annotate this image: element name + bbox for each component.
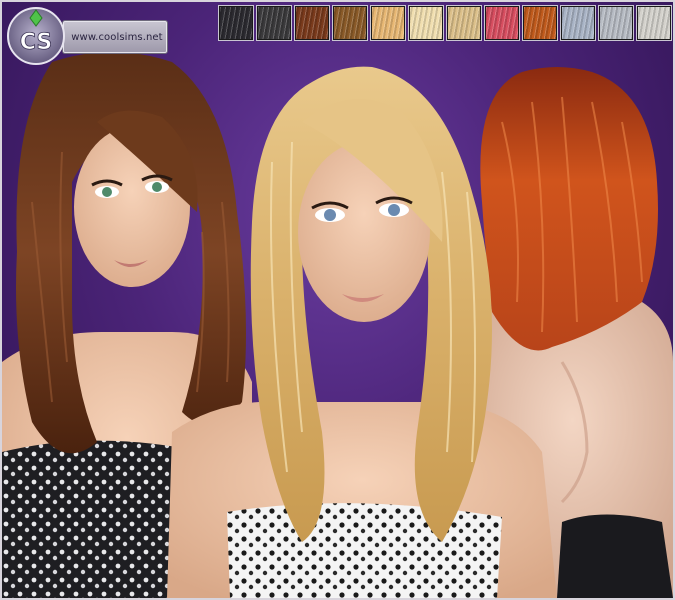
swatch-black[interactable] [218, 5, 254, 41]
swatch-silver-blue[interactable] [560, 5, 596, 41]
swatch-pink[interactable] [484, 5, 520, 41]
swatch-light-blonde[interactable] [408, 5, 444, 41]
swatch-sandy-blonde[interactable] [446, 5, 482, 41]
swatch-copper-red[interactable] [522, 5, 558, 41]
coolsims-plumbob-logo-icon[interactable]: CS [6, 6, 66, 66]
site-url-text: www.coolsims.net [71, 31, 163, 43]
hairstyle-preview-scene [2, 52, 673, 598]
swatch-honey-blonde[interactable] [370, 5, 406, 41]
preview-frame: CS www.coolsims.net [0, 0, 675, 600]
hair-color-swatches [218, 5, 673, 42]
swatch-soft-black[interactable] [256, 5, 292, 41]
swatch-gray[interactable] [598, 5, 634, 41]
site-url-badge[interactable]: www.coolsims.net [62, 20, 168, 54]
swatch-platinum[interactable] [636, 5, 672, 41]
swatch-golden-brown[interactable] [332, 5, 368, 41]
swatch-auburn-brown[interactable] [294, 5, 330, 41]
logo-initials: CS [20, 30, 52, 55]
